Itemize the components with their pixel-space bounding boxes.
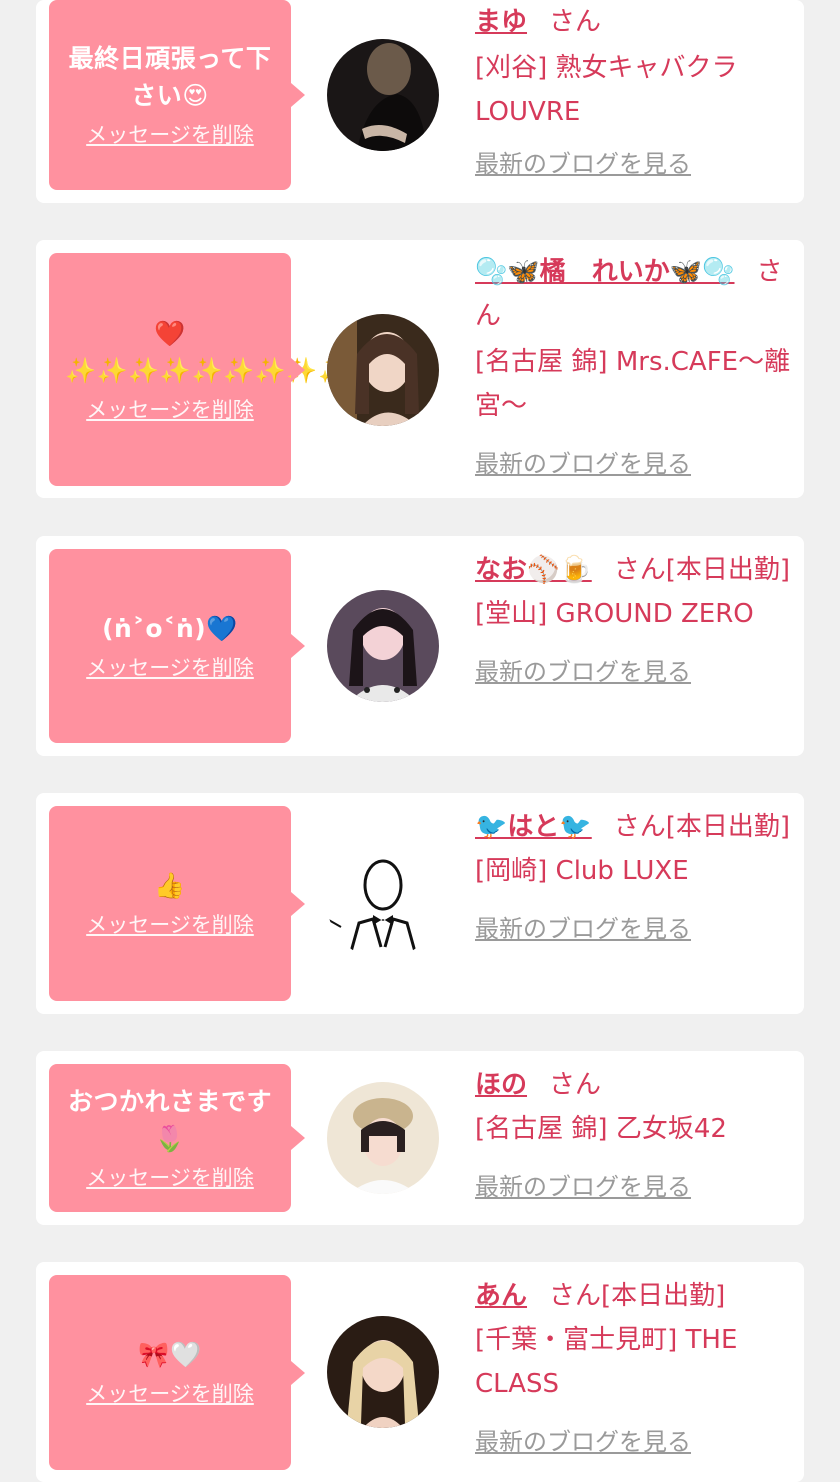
- latest-blog-link[interactable]: 最新のブログを見る: [475, 650, 691, 694]
- cast-name-link[interactable]: あん: [475, 1281, 527, 1311]
- name-suffix: さん[本日出勤]: [613, 555, 791, 585]
- latest-blog-link[interactable]: 最新のブログを見る: [475, 907, 691, 951]
- avatar-photo: [327, 39, 439, 151]
- avatar[interactable]: [327, 39, 439, 151]
- message-bubble: 🎀🤍 メッセージを削除: [49, 1275, 305, 1470]
- delete-message-link[interactable]: メッセージを削除: [86, 910, 254, 940]
- cast-name-link[interactable]: なお⚾️🍺: [475, 555, 592, 585]
- avatar-photo: [327, 314, 439, 426]
- latest-blog-link[interactable]: 最新のブログを見る: [475, 1420, 691, 1464]
- shop-text: [堂山] GROUND ZERO: [475, 599, 754, 629]
- avatar-photo: [327, 1082, 439, 1194]
- delete-message-link[interactable]: メッセージを削除: [86, 1163, 254, 1193]
- shop-text: [刈谷] 熟女キャバクラLOUVRE: [475, 53, 738, 127]
- message-card: (ṅ˃o˂ṅ)💙 メッセージを削除 なお⚾️🍺 さん[本日出勤] [堂山] GRO…: [36, 536, 804, 756]
- message-text: (ṅ˃o˂ṅ)💙: [102, 613, 238, 643]
- avatar[interactable]: [327, 314, 439, 426]
- profile-info: あん さん[本日出勤] [千葉・富士見町] THE CLASS 最新のブログを見る: [475, 1274, 793, 1464]
- avatar[interactable]: [327, 847, 439, 959]
- avatar[interactable]: [327, 590, 439, 702]
- message-card: 👍 メッセージを削除 🐦はと🐦 さん[本日出勤] [岡崎] Club LUXE 最…: [36, 793, 804, 1014]
- message-bubble: ❤️✨✨✨✨✨✨✨✨✨✨ メッセージを削除: [49, 253, 382, 486]
- message-card: おつかれさまです🌷 メッセージを削除 ほの さん [名古屋 錦] 乙女坂42 最新…: [36, 1051, 804, 1225]
- cast-name-link[interactable]: 🫧🦋橘 れいか🦋🫧: [475, 257, 735, 287]
- message-bubble: (ṅ˃o˂ṅ)💙 メッセージを削除: [49, 549, 305, 743]
- profile-info: まゆ さん [刈谷] 熟女キャバクラLOUVRE 最新のブログを見る: [475, 0, 793, 186]
- profile-info: 🐦はと🐦 さん[本日出勤] [岡崎] Club LUXE 最新のブログを見る: [475, 805, 793, 951]
- shop-text: [名古屋 錦] Mrs.CAFE〜離宮〜: [475, 347, 791, 421]
- avatar-photo: [327, 847, 439, 959]
- name-suffix: さん[本日出勤]: [613, 812, 791, 842]
- message-text: 🎀🤍: [138, 1340, 202, 1369]
- delete-message-link[interactable]: メッセージを削除: [86, 120, 254, 150]
- delete-message-link[interactable]: メッセージを削除: [86, 395, 254, 425]
- delete-message-link[interactable]: メッセージを削除: [86, 653, 254, 683]
- name-suffix: さん[本日出勤]: [549, 1281, 726, 1311]
- message-text: おつかれさまです🌷: [67, 1087, 272, 1153]
- cast-name-link[interactable]: 🐦はと🐦: [475, 812, 592, 842]
- shop-text: [千葉・富士見町] THE CLASS: [475, 1325, 738, 1399]
- avatar[interactable]: [327, 1082, 439, 1194]
- message-card: ❤️✨✨✨✨✨✨✨✨✨✨ メッセージを削除 🫧🦋橘 れいか🦋🫧 さん [名古屋 錦…: [36, 240, 804, 498]
- latest-blog-link[interactable]: 最新のブログを見る: [475, 442, 691, 486]
- latest-blog-link[interactable]: 最新のブログを見る: [475, 1165, 691, 1209]
- latest-blog-link[interactable]: 最新のブログを見る: [475, 142, 691, 186]
- avatar[interactable]: [327, 1316, 439, 1428]
- delete-message-link[interactable]: メッセージを削除: [86, 1379, 254, 1409]
- message-text: 最終日頑張って下さい😍: [68, 44, 272, 110]
- message-bubble: 👍 メッセージを削除: [49, 806, 305, 1001]
- profile-info: 🫧🦋橘 れいか🦋🫧 さん [名古屋 錦] Mrs.CAFE〜離宮〜 最新のブログを…: [475, 250, 793, 486]
- name-suffix: さん: [549, 7, 602, 37]
- message-bubble: 最終日頑張って下さい😍 メッセージを削除: [49, 0, 305, 190]
- message-text: 👍: [154, 871, 186, 900]
- message-card: 最終日頑張って下さい😍 メッセージを削除 まゆ さん [刈谷] 熟女キャバクラLO…: [36, 0, 804, 203]
- name-suffix: さん: [549, 1070, 602, 1100]
- cast-name-link[interactable]: まゆ: [475, 7, 527, 37]
- message-text: ❤️✨✨✨✨✨✨✨✨✨✨: [65, 318, 382, 385]
- avatar-photo: [327, 1316, 439, 1428]
- message-bubble: おつかれさまです🌷 メッセージを削除: [49, 1064, 305, 1212]
- shop-text: [名古屋 錦] 乙女坂42: [475, 1114, 727, 1144]
- shop-text: [岡崎] Club LUXE: [475, 856, 689, 886]
- avatar-photo: [327, 590, 439, 702]
- cast-name-link[interactable]: ほの: [475, 1070, 527, 1100]
- message-card: 🎀🤍 メッセージを削除 あん さん[本日出勤] [千葉・富士見町] THE CLA…: [36, 1262, 804, 1482]
- profile-info: なお⚾️🍺 さん[本日出勤] [堂山] GROUND ZERO 最新のブログを見る: [475, 548, 793, 694]
- profile-info: ほの さん [名古屋 錦] 乙女坂42 最新のブログを見る: [475, 1063, 793, 1209]
